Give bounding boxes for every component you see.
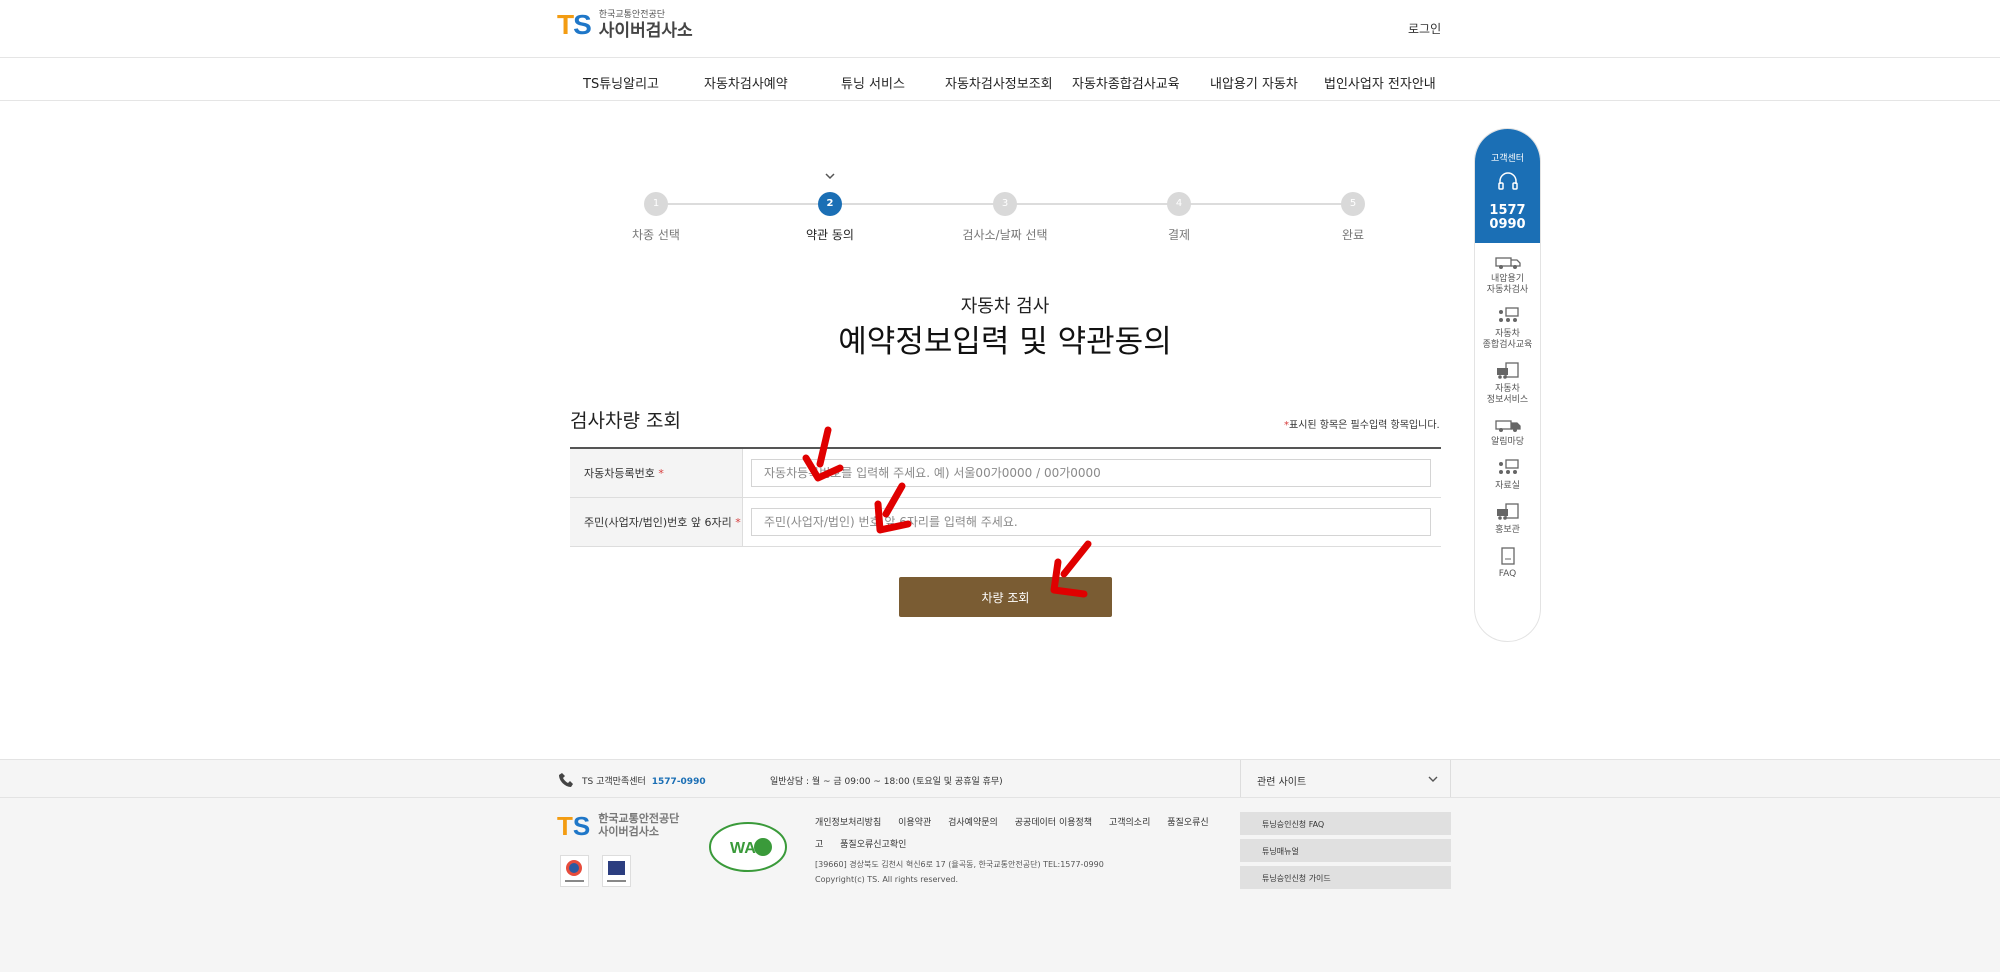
truck-icon	[1494, 257, 1521, 269]
site-header: TS 한국교통안전공단 사이버검사소 로그인	[0, 0, 2000, 58]
step-3-dot: 3	[993, 192, 1017, 216]
footer-links: 개인정보처리방침 이용약관 검사예약문의 공공데이터 이용정책 고객의소리 품질…	[815, 812, 1225, 856]
red-arrow-icon	[1050, 540, 1092, 598]
footer-logo-line1: 한국교통안전공단	[598, 812, 680, 825]
nav-item-inspection-education[interactable]: 자동차종합검사교육	[1072, 73, 1180, 92]
quick-item-info-service[interactable]: 자동차 정보서비스	[1475, 362, 1540, 406]
footer-link-public-data[interactable]: 공공데이터 이용정책	[1015, 818, 1092, 828]
footer-logo-line2: 사이버검사소	[598, 825, 659, 838]
step-1-label: 차종 선택	[632, 228, 680, 242]
footer-hours: 일반상담 : 월 ~ 금 09:00 ~ 18:00 (토요일 및 공휴일 휴무…	[770, 777, 1003, 787]
footer-side-links: 튜닝승인신청 FAQ 튜닝매뉴얼 튜닝승인신청 가이드	[1240, 812, 1451, 893]
nav-item-tuning-notice[interactable]: TS튜닝알리고	[583, 73, 659, 92]
nav-item-tuning-service[interactable]: 튜닝 서비스	[841, 73, 905, 92]
footer-link-privacy[interactable]: 개인정보처리방침	[815, 818, 881, 828]
promotion-icon	[1496, 503, 1519, 520]
step-4-label: 결제	[1167, 228, 1191, 242]
step-4-dot: 4	[1167, 192, 1191, 216]
step-1-dot: 1	[644, 192, 668, 216]
nav-item-pressure-vessel[interactable]: 내압용기 자동차	[1210, 73, 1298, 92]
main-nav: TS튜닝알리고 자동차검사예약 튜닝 서비스 자동차검사정보조회 자동차종합검사…	[0, 58, 2000, 101]
svg-text:WA: WA	[730, 840, 756, 857]
site-footer: TS 한국교통안전공단 사이버검사소 WA 개인정보처리방침 이용약관 검사예약문…	[0, 798, 2000, 972]
footer-logo-mark: TS	[557, 811, 591, 841]
footer-link-reservation-inquiry[interactable]: 검사예약문의	[948, 818, 998, 828]
page-subtitle: 자동차 검사	[960, 296, 1050, 317]
current-step-chevron-icon	[825, 173, 835, 180]
footer-link-quality-check[interactable]: 품질오류신고확인	[840, 840, 906, 850]
quick-item-notice[interactable]: 알림마당	[1475, 417, 1540, 448]
section-title: 검사차량 조회	[570, 410, 681, 432]
quick-item-faq[interactable]: FAQ	[1475, 547, 1540, 580]
footer-cs-center: TS 고객만족센터 1577-0990	[582, 777, 706, 787]
nav-item-corporate-guide[interactable]: 법인사업자 전자안내	[1324, 73, 1436, 92]
step-3-label: 검사소/날짜 선택	[962, 228, 1048, 242]
registration-label: 자동차등록번호 *	[570, 449, 743, 497]
faq-icon	[1500, 547, 1515, 565]
headset-icon	[1497, 172, 1518, 190]
cs-phone-number: 1577 0990	[1489, 203, 1526, 232]
web-accessibility-mark-icon: WA	[709, 822, 787, 872]
footer-address: [39660] 경상북도 김천시 혁신6로 17 (율곡동, 한국교통안전공단)…	[815, 857, 1104, 887]
nav-item-inspection-info[interactable]: 자동차검사정보조회	[945, 73, 1053, 92]
quick-item-promotion[interactable]: 홍보관	[1475, 503, 1540, 536]
cs-center-label: 고객센터	[1490, 154, 1525, 164]
quick-item-pressure-vessel[interactable]: 내압용기 자동차검사	[1475, 254, 1540, 296]
side-link-tuning-guide[interactable]: 튜닝승인신청 가이드	[1240, 866, 1451, 889]
quick-cs-center[interactable]: 고객센터 1577 0990	[1475, 129, 1540, 243]
form-row-id-number: 주민(사업자/법인)번호 앞 6자리 *	[570, 498, 1441, 547]
id-number-label: 주민(사업자/법인)번호 앞 6자리 *	[570, 498, 743, 546]
logo-site-name: 사이버검사소	[598, 21, 693, 41]
id-number-input[interactable]	[751, 508, 1431, 536]
chevron-down-icon	[1428, 776, 1438, 782]
footer-link-terms[interactable]: 이용약관	[898, 818, 931, 828]
archive-icon	[1498, 459, 1519, 474]
related-sites-select[interactable]: 관련 사이트	[1240, 760, 1451, 797]
certification-badge-icon	[560, 855, 589, 887]
footer-logo: TS 한국교통안전공단 사이버검사소	[557, 812, 679, 840]
footer-link-voice[interactable]: 고객의소리	[1109, 818, 1150, 828]
side-link-tuning-manual[interactable]: 튜닝매뉴얼	[1240, 839, 1451, 862]
notice-icon	[1494, 420, 1521, 432]
education-icon	[1498, 307, 1519, 322]
registration-number-input[interactable]	[751, 459, 1431, 487]
quick-item-education[interactable]: 자동차 종합검사교육	[1475, 307, 1540, 351]
logo-org-name: 한국교통안전공단	[598, 10, 666, 20]
logo-mark: TS	[557, 9, 592, 40]
quick-item-archive[interactable]: 자료실	[1475, 459, 1540, 492]
footer-copyright: Copyright(c) TS. All rights reserved.	[815, 875, 958, 884]
red-arrow-icon	[802, 426, 844, 482]
step-2-label: 약관 동의	[806, 228, 854, 242]
quick-menu: 고객센터 1577 0990 내압용기 자동차검사 자동차 종합검사교육 자동차 정보서…	[1474, 128, 1541, 642]
nav-item-inspection-reservation[interactable]: 자동차검사예약	[704, 73, 788, 92]
page-title: 예약정보입력 및 약관동의	[838, 324, 1172, 360]
accessibility-badge-icon	[602, 855, 631, 887]
vehicle-lookup-form: 자동차등록번호 * 주민(사업자/법인)번호 앞 6자리 *	[570, 447, 1441, 547]
red-arrow-icon	[874, 482, 912, 534]
login-link[interactable]: 로그인	[1408, 20, 1441, 37]
step-5-dot: 5	[1341, 192, 1365, 216]
site-logo[interactable]: TS 한국교통안전공단 사이버검사소	[557, 10, 693, 42]
form-row-registration: 자동차등록번호 *	[570, 449, 1441, 498]
footer-info-bar: TS 고객만족센터 1577-0990 일반상담 : 월 ~ 금 09:00 ~ …	[0, 759, 2000, 798]
step-5-label: 완료	[1341, 228, 1365, 242]
required-note: *표시된 항목은 필수입력 항목입니다.	[1284, 420, 1440, 431]
info-service-icon	[1496, 362, 1519, 379]
phone-icon	[559, 773, 573, 787]
step-2-dot: 2	[818, 192, 842, 216]
side-link-tuning-faq[interactable]: 튜닝승인신청 FAQ	[1240, 812, 1451, 835]
